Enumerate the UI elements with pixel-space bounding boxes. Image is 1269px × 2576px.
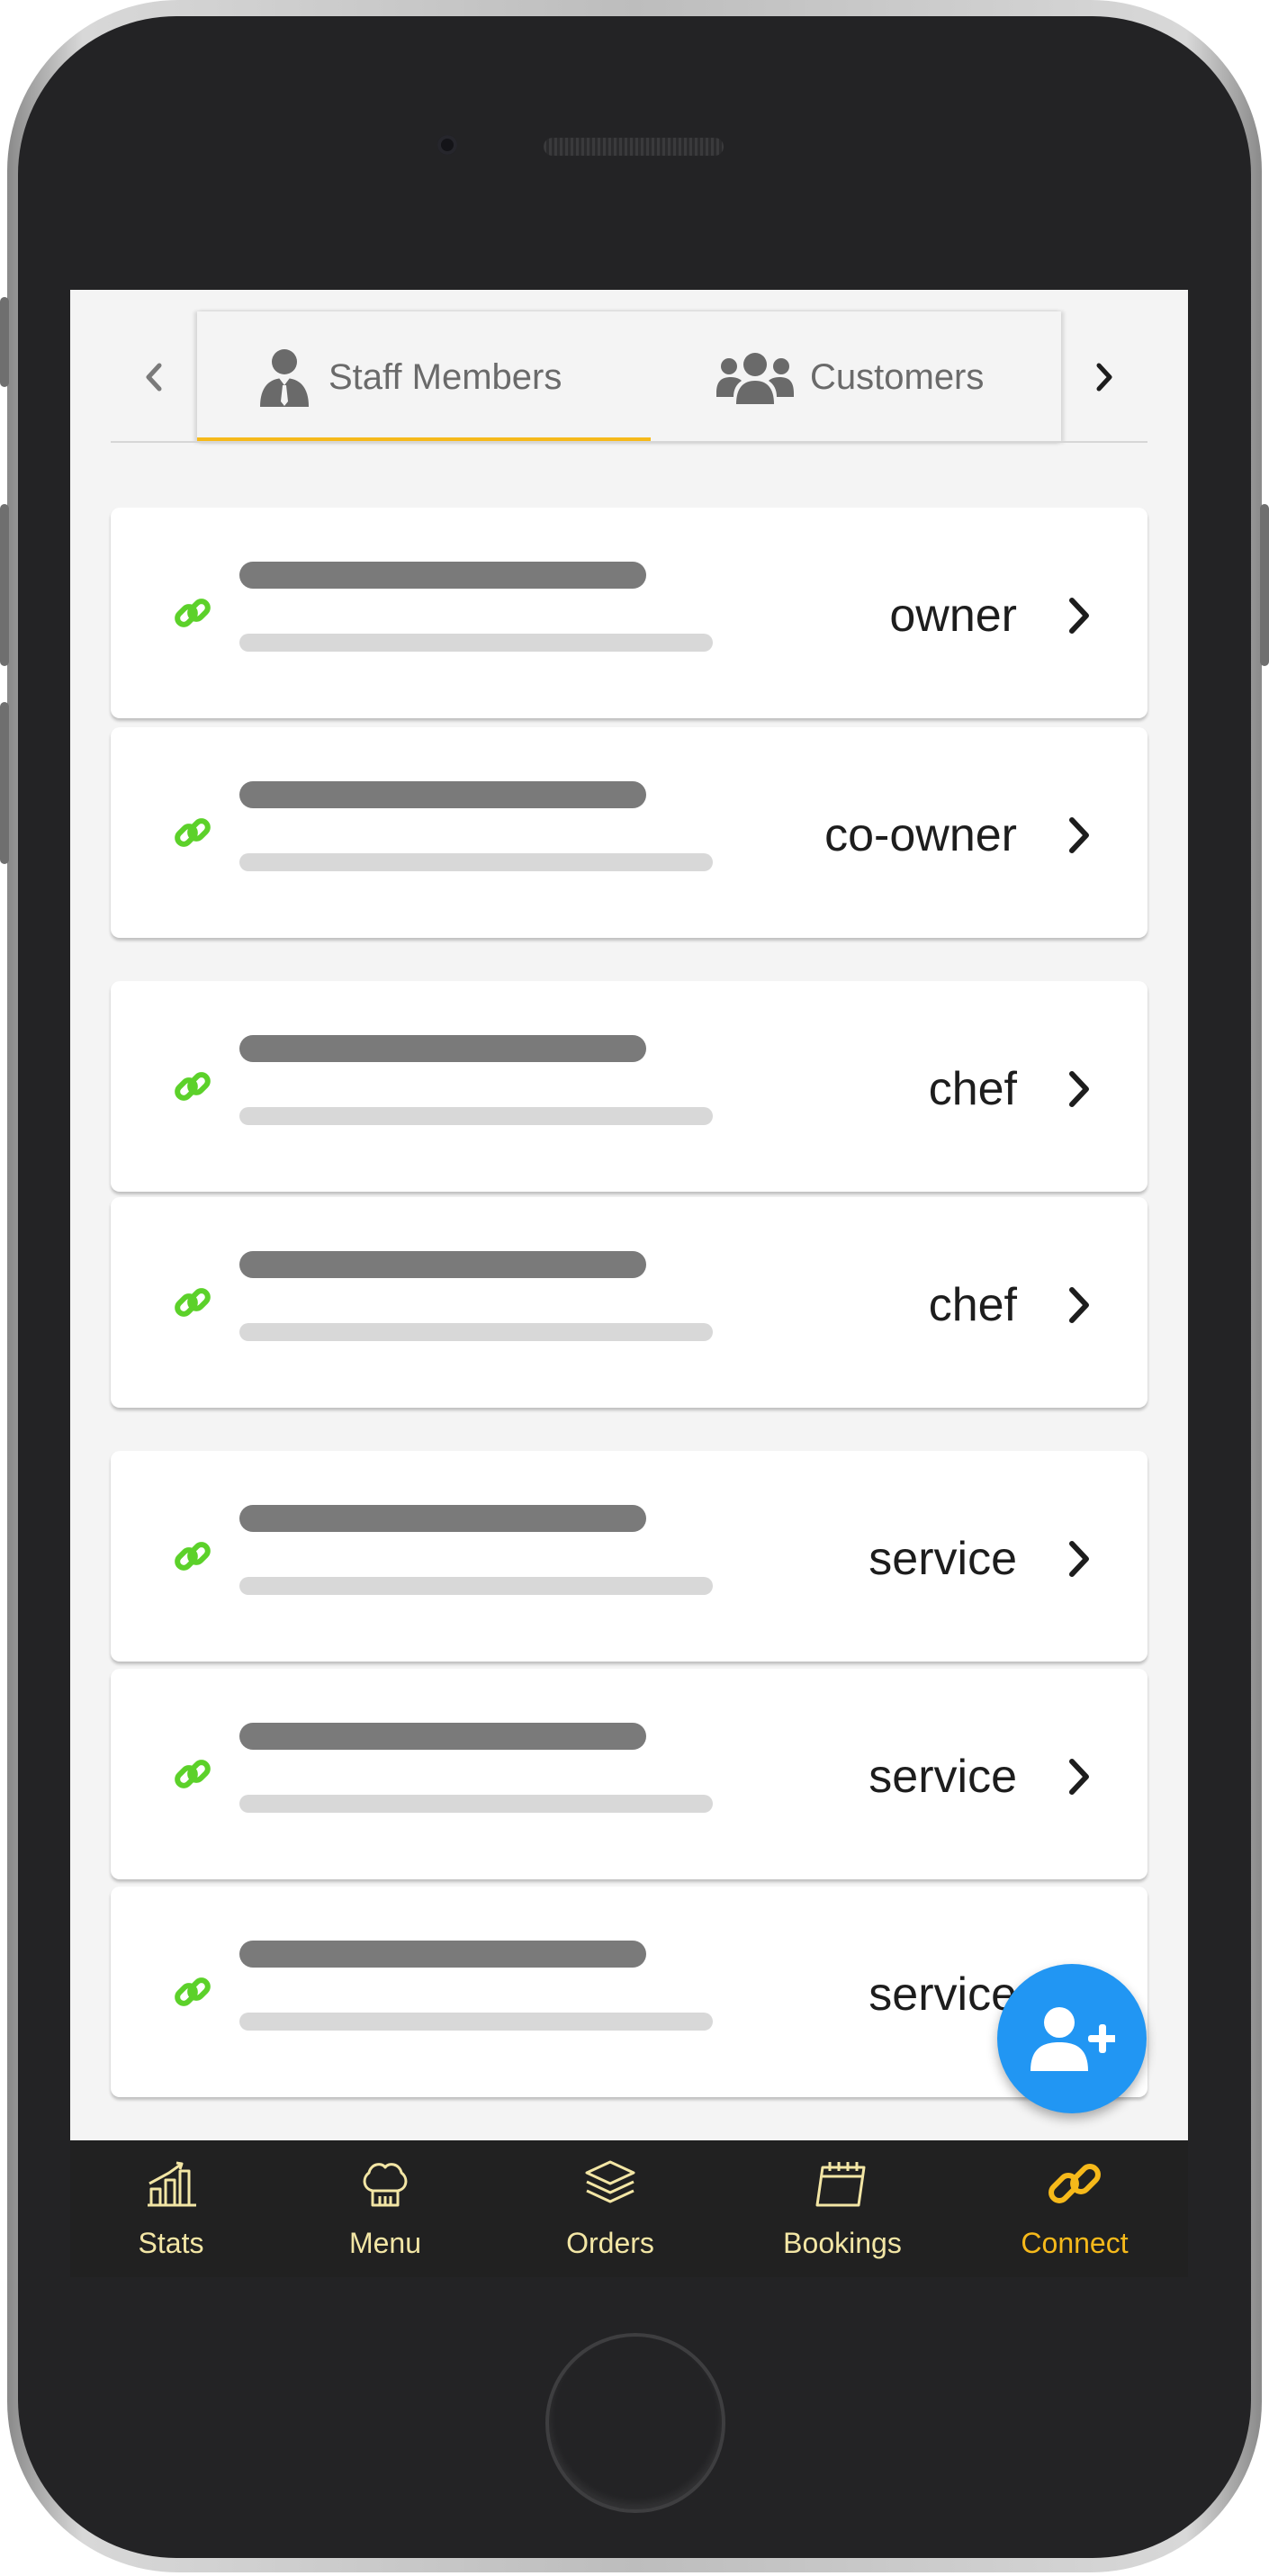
chevron-right-icon	[1069, 1759, 1089, 1795]
tab-strip: Staff Members Customers	[197, 311, 1061, 443]
home-button[interactable]	[545, 2333, 725, 2513]
volume-up-button	[0, 504, 9, 666]
layers-icon	[585, 2160, 635, 2203]
member-row[interactable]: service	[111, 1451, 1148, 1662]
nav-label: Stats	[138, 2227, 204, 2259]
member-detail-placeholder	[239, 2013, 713, 2031]
chevron-right-icon	[1069, 817, 1089, 853]
member-name-placeholder	[239, 1941, 646, 1968]
member-role: owner	[889, 590, 1017, 642]
tabs-prev-button[interactable]	[111, 311, 197, 443]
member-role: chef	[928, 1063, 1017, 1115]
calendar-icon	[815, 2162, 866, 2207]
member-row[interactable]: chef	[111, 1197, 1148, 1408]
tab-bar: Staff Members Customers	[111, 311, 1148, 443]
link-icon	[1048, 2164, 1101, 2203]
chart-icon	[148, 2161, 196, 2207]
member-name-placeholder	[239, 781, 646, 808]
member-name-placeholder	[239, 562, 646, 589]
link-icon	[175, 1760, 211, 1788]
bottom-nav: Stats Menu Orders Bookings Connect	[70, 2140, 1188, 2277]
member-name-placeholder	[239, 1035, 646, 1062]
tab-staff-members[interactable]: Staff Members	[256, 311, 562, 443]
member-detail-placeholder	[239, 1577, 713, 1595]
nav-label: Menu	[348, 2227, 422, 2259]
speaker-grille	[544, 138, 724, 156]
tab-customers[interactable]: Customers	[716, 311, 984, 443]
link-icon	[175, 1288, 211, 1317]
link-icon	[175, 599, 211, 627]
users-icon	[716, 353, 794, 404]
nav-item-bookings[interactable]: Bookings	[752, 2140, 932, 2277]
chevron-right-icon	[1069, 1287, 1089, 1323]
member-row[interactable]: chef	[111, 981, 1148, 1192]
member-detail-placeholder	[239, 1107, 713, 1125]
tab-bar-divider	[111, 441, 1148, 443]
tabs-next-button[interactable]	[1061, 311, 1148, 443]
member-detail-placeholder	[239, 1795, 713, 1813]
nav-item-orders[interactable]: Orders	[520, 2140, 700, 2277]
tab-label: Staff Members	[328, 356, 562, 397]
nav-item-stats[interactable]: Stats	[81, 2140, 261, 2277]
member-detail-placeholder	[239, 1323, 713, 1341]
chevron-right-icon	[1096, 363, 1112, 392]
tab-label: Customers	[810, 356, 985, 397]
link-icon	[175, 818, 211, 847]
member-row[interactable]: service	[111, 1887, 1148, 2097]
member-row[interactable]: co-owner	[111, 727, 1148, 938]
member-role: chef	[928, 1279, 1017, 1331]
add-member-button[interactable]	[997, 1964, 1147, 2113]
member-row[interactable]: service	[111, 1669, 1148, 1879]
link-icon	[175, 1977, 211, 2006]
app-screen: Staff Members Customers owner co-owner c…	[70, 290, 1188, 2277]
power-button	[1260, 504, 1269, 666]
chevron-right-icon	[1069, 1071, 1089, 1107]
nav-label: Connect	[1021, 2227, 1129, 2259]
member-detail-placeholder	[239, 634, 713, 652]
member-role: service	[868, 1751, 1017, 1803]
link-icon	[175, 1072, 211, 1101]
member-role: service	[868, 1533, 1017, 1585]
chevron-right-icon	[1069, 1541, 1089, 1577]
member-detail-placeholder	[239, 853, 713, 871]
nav-item-menu[interactable]: Menu	[295, 2140, 475, 2277]
member-role: co-owner	[824, 809, 1017, 861]
link-icon	[175, 1542, 211, 1571]
nav-label: Bookings	[783, 2227, 902, 2259]
nav-label: Orders	[566, 2227, 654, 2259]
add-user-icon	[1030, 2007, 1115, 2071]
member-name-placeholder	[239, 1251, 646, 1278]
front-camera	[437, 135, 457, 155]
member-row[interactable]: owner	[111, 508, 1148, 718]
nav-item-connect[interactable]: Connect	[985, 2140, 1165, 2277]
member-name-placeholder	[239, 1505, 646, 1532]
user-tie-icon	[260, 349, 309, 407]
volume-down-button	[0, 702, 9, 864]
chef-hat-icon	[363, 2163, 408, 2207]
member-name-placeholder	[239, 1723, 646, 1750]
silent-switch	[0, 297, 9, 387]
chevron-right-icon	[1069, 598, 1089, 634]
chevron-left-icon	[146, 363, 162, 392]
member-role: service	[868, 1968, 1017, 2021]
